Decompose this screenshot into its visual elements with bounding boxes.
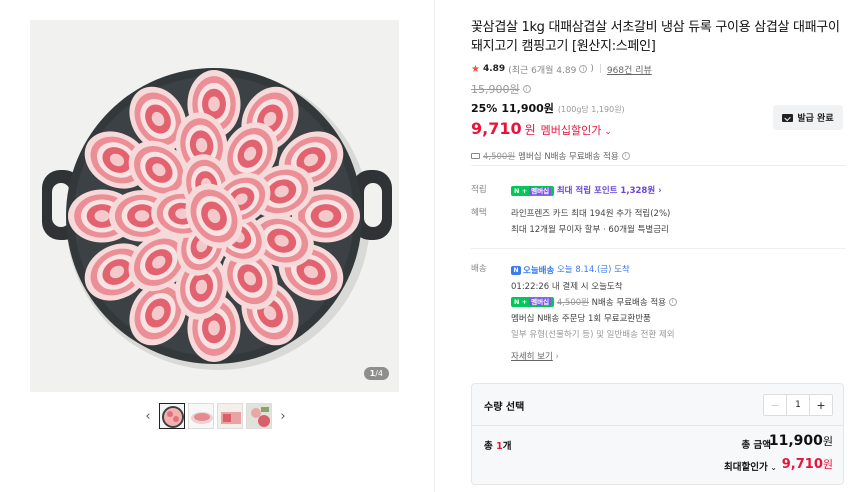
delivery-date: 오늘 8.14.(금) 도착: [556, 265, 630, 275]
quantity-box: 수량 선택 − 1 + 총 1개 총 금액 11,900원 최대할인가 ⌄ 9,…: [471, 383, 844, 485]
thumbnail-4[interactable]: [246, 403, 272, 429]
original-price-row: 15,900원 i: [471, 82, 847, 96]
truck-icon: [471, 152, 480, 159]
thumbnail-strip: ‹ ›: [140, 402, 291, 430]
max-discount-label[interactable]: 최대할인가 ⌄: [724, 459, 777, 473]
rating-score: 4.89: [482, 64, 506, 74]
pork-belly-plate-image: [30, 20, 399, 392]
next-image-arrow-icon[interactable]: ›: [275, 402, 291, 430]
image-gallery: 1/4 ‹ ›: [0, 0, 435, 492]
thumbnail-2[interactable]: [188, 403, 214, 429]
npay-membership-badge: N + 멤버십: [511, 297, 555, 307]
discount-rate: 25%: [471, 102, 498, 115]
sale-price: 11,900원: [501, 102, 554, 115]
delivery-exclude-text: 일부 유형(선물하기 등) 및 일반배송 전환 제외: [511, 329, 675, 340]
thumbnail-image: [247, 404, 271, 428]
divider: |: [598, 64, 602, 74]
delivery-label: 배송: [471, 264, 487, 274]
quantity-value[interactable]: 1: [787, 395, 809, 415]
original-price: 15,900원: [471, 83, 520, 96]
product-main-image[interactable]: 1/4: [30, 20, 399, 392]
total-price: 11,900원: [768, 433, 833, 449]
star-icon: ★: [471, 63, 480, 75]
image-counter: 1/4: [363, 367, 389, 380]
member-price: 9,710: [471, 119, 522, 138]
quantity-stepper: − 1 +: [763, 394, 833, 416]
plus-button[interactable]: +: [809, 395, 832, 415]
total-label: 총 금액: [741, 440, 771, 451]
npay-membership-badge: N + 멤버십: [511, 185, 555, 196]
rating-recent: (최근 6개월 4.89: [508, 65, 577, 76]
max-discount-price: 9,710원: [781, 457, 833, 472]
review-link[interactable]: 968건 리뷰: [607, 63, 652, 76]
thumbnail-3[interactable]: [217, 403, 243, 429]
delivery-countdown: 01:22:26 내 결제 시 오늘도착: [511, 281, 623, 292]
quantity-title: 수량 선택: [484, 402, 525, 413]
product-summary: 꽃삼겹살 1kg 대패삼겹살 서초갈비 냉삼 듀록 구이용 삼겹살 대패구이 돼…: [471, 18, 847, 162]
more-details-link[interactable]: 자세히 보기: [511, 352, 553, 362]
thumbnail-image: [218, 404, 242, 428]
thumbnail-image: [162, 406, 184, 428]
shipping-original-fee: 4,500원: [483, 151, 516, 162]
benefit-installment: 최대 12개월 무이자 할부 · 60개월 특별금리: [511, 225, 669, 235]
unit-price: (100g당 1,190원): [557, 105, 625, 114]
benefit-card: 라인프렌즈 카드 최대 194원 추가 적립(2%): [511, 209, 671, 219]
info-icon[interactable]: i: [668, 298, 677, 306]
total-count: 총 1개: [484, 441, 512, 452]
thumbnail-image: [189, 404, 213, 428]
prev-image-arrow-icon[interactable]: ‹: [140, 402, 156, 430]
today-delivery-badge: N 오늘배송: [511, 263, 554, 279]
coupon-issued-button[interactable]: 발급 완료: [773, 105, 843, 130]
coupon-check-icon: [782, 113, 794, 122]
minus-button[interactable]: −: [764, 395, 787, 415]
member-price-label: 멤버십할인가: [540, 124, 602, 137]
info-icon[interactable]: i: [579, 65, 588, 73]
benefit-label: 혜택: [471, 208, 487, 218]
thumbnail-1[interactable]: [159, 403, 185, 429]
points-label: 적립: [471, 185, 487, 195]
chevron-down-icon: ⌄: [604, 127, 612, 137]
delivery-return-text: 멤버십 N배송 주문당 1회 무료교환반품: [511, 313, 651, 324]
product-title: 꽃삼겹살 1kg 대패삼겹살 서초갈비 냉삼 듀록 구이용 삼겹살 대패구이 돼…: [471, 20, 840, 54]
info-icon[interactable]: i: [621, 151, 630, 160]
points-text[interactable]: 최대 적립 포인트 1,328원: [557, 186, 655, 196]
today-icon: N: [511, 266, 521, 275]
divider: [471, 248, 846, 249]
delivery-free-text: N배송 무료배송 적용: [591, 297, 666, 308]
divider: [471, 165, 846, 166]
rating-row: ★ 4.89 (최근 6개월 4.89 i) | 968건 리뷰: [471, 63, 652, 76]
delivery-original-fee: 4,500원: [556, 297, 589, 308]
info-icon[interactable]: i: [522, 85, 531, 93]
shipping-row: 4,500원 멤버십 N배송 무료배송 적용 i: [471, 149, 847, 162]
shipping-text: 멤버십 N배송 무료배송 적용: [518, 151, 619, 162]
